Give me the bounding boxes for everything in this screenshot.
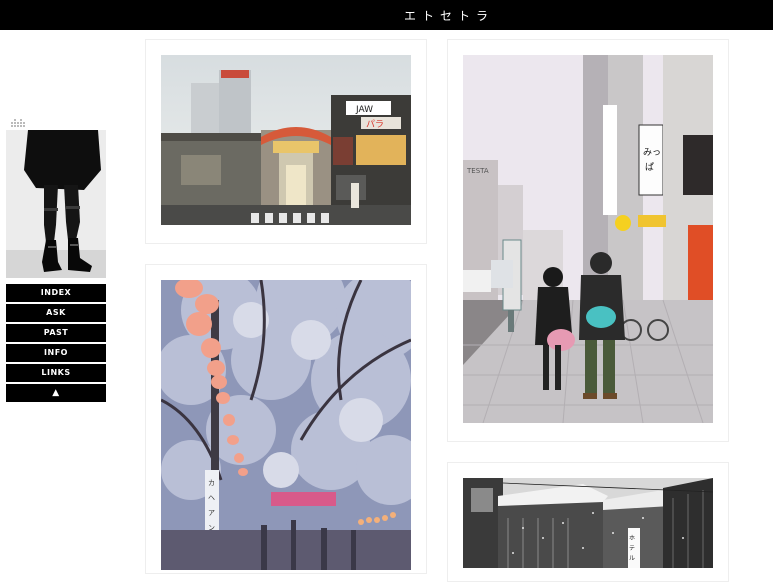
svg-text:ヘ: ヘ (208, 494, 215, 502)
legs-boots-photo (6, 130, 106, 278)
post-photo[interactable]: ホ テ ル (463, 478, 713, 568)
svg-text:カ: カ (208, 479, 215, 487)
svg-text:JAW: JAW (355, 105, 373, 115)
cherry-blossom-photo: カ ヘ ア ン (161, 280, 411, 570)
post-photo[interactable]: JAW パラ (161, 55, 411, 225)
post-photo[interactable]: カ ヘ ア ン (161, 280, 411, 570)
nav-ask[interactable]: ASK (6, 304, 106, 322)
sidebar-nav: INDEX ASK PAST INFO LINKS ▲ (6, 284, 106, 404)
svg-text:パラ: パラ (366, 119, 384, 130)
nav-index[interactable]: INDEX (6, 284, 106, 302)
dots-icon (11, 119, 25, 127)
nav-past[interactable]: PAST (6, 324, 106, 342)
post-photo[interactable]: TESTA みっ ぱ (463, 55, 713, 423)
arcade-street-photo: JAW パラ (161, 55, 411, 225)
nav-info[interactable]: INFO (6, 344, 106, 362)
svg-text:ル: ル (629, 555, 635, 562)
post-card: JAW パラ (145, 39, 427, 244)
post-card: カ ヘ ア ン (145, 264, 427, 574)
site-title[interactable]: エトセトラ (404, 7, 494, 24)
svg-text:TESTA: TESTA (466, 167, 489, 175)
top-bar: エトセトラ (0, 0, 773, 30)
svg-text:ホ: ホ (629, 535, 635, 542)
post-card: TESTA みっ ぱ (447, 39, 729, 442)
svg-text:テ: テ (629, 545, 635, 552)
svg-text:ア: ア (208, 509, 215, 517)
snowy-houses-photo: ホ テ ル (463, 478, 713, 568)
nav-links[interactable]: LINKS (6, 364, 106, 382)
post-card: ホ テ ル (447, 462, 729, 582)
scroll-top-button[interactable]: ▲ (6, 384, 106, 402)
avatar[interactable] (6, 130, 106, 278)
svg-text:ぱ: ぱ (645, 162, 654, 173)
couple-street-photo: TESTA みっ ぱ (463, 55, 713, 423)
svg-text:みっ: みっ (643, 147, 661, 158)
